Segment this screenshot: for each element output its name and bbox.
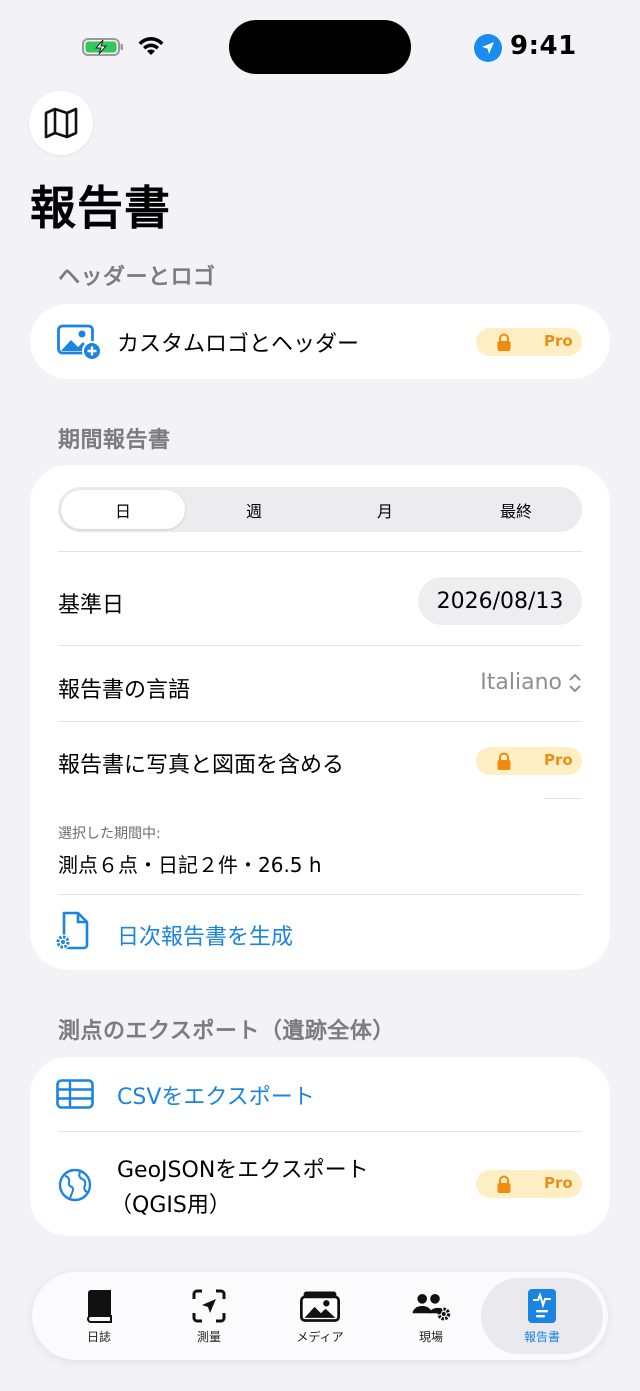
segment-day[interactable]: 日 [61, 490, 185, 529]
generate-report-button[interactable]: 日次報告書を生成 [30, 897, 610, 967]
export-geojson-label-line2: （QGIS用） [110, 1193, 231, 1218]
tab-report-label: 報告書 [523, 1330, 560, 1344]
team-settings-icon [412, 1294, 451, 1321]
divider [544, 798, 582, 799]
page-title: 報告書 [30, 181, 171, 235]
segment-month[interactable]: 月 [323, 490, 447, 529]
export-geojson-label-line1: GeoJSONをエクスポート [117, 1158, 369, 1183]
selected-period-caption: 選択した期間中: [58, 826, 161, 842]
pro-badge: Pro [476, 747, 582, 775]
pro-label: Pro [544, 751, 573, 769]
tab-survey[interactable]: 測量 [148, 1278, 270, 1354]
location-scan-icon [192, 1289, 226, 1323]
generate-report-label: 日次報告書を生成 [117, 925, 294, 950]
section-header-period: 期間報告書 [58, 428, 171, 453]
globe-icon [58, 1168, 92, 1202]
divider [58, 721, 582, 722]
map-button[interactable] [29, 91, 93, 155]
export-card: CSVをエクスポート GeoJSONをエクスポート （QGIS用） Pro [30, 1057, 610, 1236]
custom-logo-row[interactable]: カスタムロゴとヘッダー Pro [30, 304, 610, 379]
pro-label: Pro [544, 1174, 573, 1192]
tab-survey-label: 測量 [196, 1330, 221, 1344]
image-add-icon [57, 324, 102, 361]
section-header-export: 測点のエクスポート（遺跡全体） [58, 1019, 395, 1044]
lock-icon [497, 333, 511, 351]
selected-period-summary: 測点６点・日記２件・26.5 h [58, 853, 322, 877]
report-language-picker[interactable]: Italiano [480, 670, 582, 695]
tab-site[interactable]: 現場 [370, 1278, 492, 1354]
tab-journal-label: 日誌 [86, 1330, 111, 1344]
book-icon [86, 1290, 112, 1323]
tab-journal[interactable]: 日誌 [38, 1278, 160, 1354]
chevron-up-down-icon [569, 673, 581, 692]
export-csv-button[interactable]: CSVをエクスポート [30, 1057, 610, 1131]
base-date-label: 基準日 [58, 593, 125, 618]
divider [58, 551, 582, 552]
pro-badge: Pro [476, 1170, 582, 1198]
section-header-logo: ヘッダーとロゴ [58, 265, 216, 290]
segment-week[interactable]: 週 [192, 490, 316, 529]
pro-label: Pro [544, 332, 573, 350]
photos-icon [300, 1291, 340, 1322]
tab-media-label: メディア [296, 1330, 344, 1344]
tab-report[interactable]: 報告書 [481, 1278, 603, 1354]
segment-final[interactable]: 最終 [454, 490, 578, 529]
tab-site-label: 現場 [418, 1330, 443, 1344]
map-icon [44, 107, 78, 139]
tab-media[interactable]: メディア [259, 1278, 381, 1354]
lock-icon [497, 752, 511, 770]
divider [58, 645, 582, 646]
battery-charging-icon [82, 38, 123, 56]
period-segmented-control[interactable]: 日 週 月 最終 [58, 487, 582, 532]
base-date-picker[interactable]: 2026/08/13 [418, 577, 582, 625]
include-photos-row[interactable]: 報告書に写真と図面を含める Pro [30, 723, 610, 799]
export-geojson-row[interactable]: GeoJSONをエクスポート （QGIS用） Pro [30, 1132, 610, 1236]
export-csv-label: CSVをエクスポート [117, 1085, 315, 1110]
pro-badge: Pro [476, 328, 582, 356]
report-language-label: 報告書の言語 [58, 678, 191, 703]
table-icon [56, 1079, 94, 1109]
divider [58, 894, 582, 895]
document-gear-icon [55, 911, 89, 950]
lock-icon [497, 1175, 511, 1193]
include-photos-label: 報告書に写真と図面を含める [58, 753, 345, 778]
report-language-value: Italiano [480, 670, 562, 695]
custom-logo-label: カスタムロゴとヘッダー [117, 332, 360, 357]
period-report-card: 日 週 月 最終 基準日 2026/08/13 報告書の言語 Italiano … [30, 465, 610, 970]
header-logo-card: カスタムロゴとヘッダー Pro [30, 304, 610, 379]
wifi-icon [138, 37, 164, 55]
location-arrow-icon [474, 34, 502, 62]
dynamic-island [229, 20, 411, 74]
report-icon [528, 1289, 556, 1323]
status-bar: 9:41 [0, 0, 640, 95]
tab-bar: 日誌 測量 メディア 現場 報告書 [32, 1272, 608, 1360]
status-time: 9:41 [510, 31, 577, 61]
